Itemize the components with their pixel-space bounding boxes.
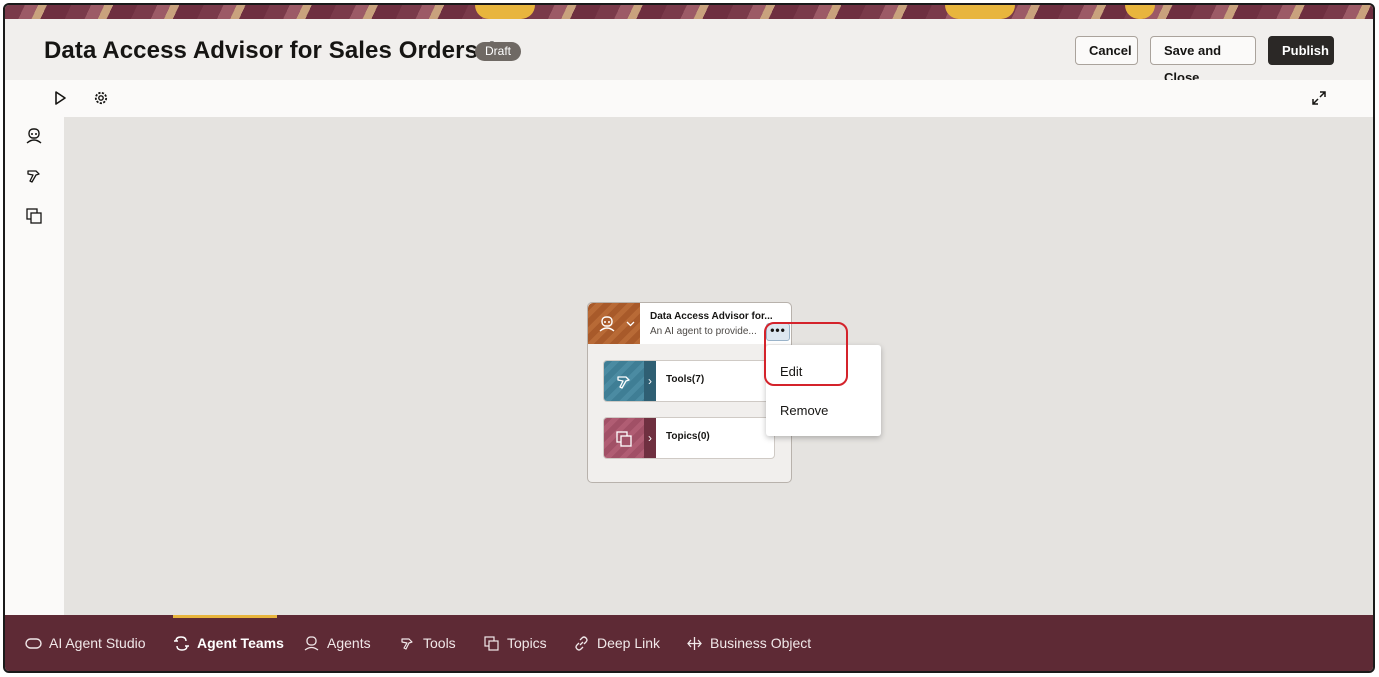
active-tab-indicator [173, 615, 277, 618]
agent-card-header: Data Access Advisor for... An AI agent t… [588, 303, 791, 344]
agent-icon [599, 316, 615, 332]
pill-icon [25, 637, 42, 649]
chevron-right-icon[interactable]: › [644, 418, 656, 458]
app-frame: Data Access Advisor for Sales Orders 1 D… [3, 3, 1375, 673]
cancel-button[interactable]: Cancel [1075, 36, 1138, 65]
agent-icon[interactable] [24, 126, 44, 146]
toolbar [5, 80, 1373, 117]
topics-icon[interactable] [24, 206, 44, 226]
tools-node-label: Tools(7) [666, 374, 705, 385]
agent-card[interactable]: Data Access Advisor for... An AI agent t… [587, 302, 792, 483]
agent-card-subtitle: An AI agent to provide... [650, 326, 757, 337]
chevron-down-icon[interactable] [626, 319, 635, 328]
nav-label: Deep Link [597, 635, 661, 651]
nav-item-topics[interactable]: Topics [483, 633, 547, 653]
nav-item-ai-agent-studio[interactable]: AI Agent Studio [25, 633, 146, 653]
tools-icon[interactable] [24, 166, 44, 186]
left-rail [5, 117, 64, 615]
agent-teams-icon [174, 635, 189, 651]
header: Data Access Advisor for Sales Orders 1 D… [5, 19, 1373, 85]
nav-item-business-object[interactable]: Business Object [686, 633, 811, 653]
topics-icon [484, 635, 499, 651]
agent-card-art [588, 303, 640, 344]
topics-node-label: Topics(0) [666, 431, 710, 442]
nav-label: Topics [507, 635, 547, 651]
save-and-close-button[interactable]: Save and Close [1150, 36, 1256, 85]
agent-card-title: Data Access Advisor for... [650, 311, 773, 322]
tools-node[interactable]: › Tools(7) [603, 360, 775, 402]
topics-icon [616, 431, 632, 447]
business-object-icon [687, 636, 702, 650]
highlight-annotation [764, 322, 848, 386]
nav-item-tools[interactable]: Tools [399, 633, 456, 653]
link-icon [575, 635, 588, 651]
status-badge: Draft [475, 42, 522, 61]
nav-label: AI Agent Studio [49, 635, 146, 651]
nav-item-agent-teams[interactable]: Agent Teams [173, 633, 284, 653]
nav-label: Business Object [710, 635, 812, 651]
expand-icon[interactable] [1310, 89, 1328, 107]
agent-icon [304, 635, 319, 651]
nav-item-deep-link[interactable]: Deep Link [573, 633, 660, 653]
nav-label: Agent Teams [197, 635, 284, 651]
publish-button[interactable]: Publish [1268, 36, 1334, 65]
gear-icon[interactable] [92, 89, 110, 107]
menu-item-remove[interactable]: Remove [780, 403, 828, 418]
play-icon[interactable] [51, 89, 69, 107]
tools-icon [617, 376, 630, 389]
tools-icon [401, 637, 413, 650]
nav-label: Tools [423, 635, 456, 651]
decorative-banner [5, 5, 1373, 19]
nav-item-agents[interactable]: Agents [303, 633, 371, 653]
topics-node[interactable]: › Topics(0) [603, 417, 775, 459]
page-title: Data Access Advisor for Sales Orders 1 [44, 37, 499, 64]
bottom-nav: AI Agent Studio Agent Teams Agents Tools… [5, 615, 1373, 671]
nav-label: Agents [327, 635, 371, 651]
chevron-right-icon[interactable]: › [644, 361, 656, 401]
